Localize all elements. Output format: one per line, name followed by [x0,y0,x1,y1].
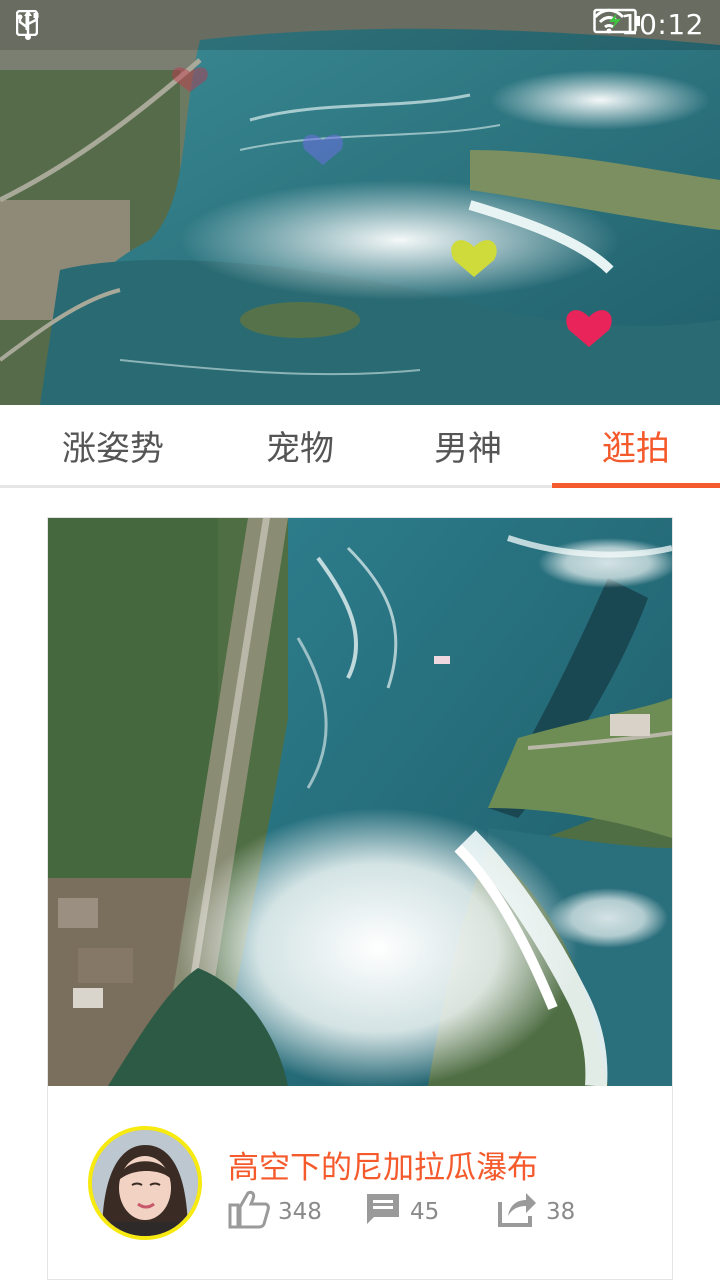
tab-street-snap[interactable]: 逛拍 [552,405,720,488]
category-tabs: 涨姿势 宠物 男神 逛拍 [0,405,720,488]
hero-image [0,0,720,405]
tab-handsome-men[interactable]: 男神 [383,405,553,485]
app-screen: 10:12 涨姿势 宠物 男神 逛拍 高空下的尼加拉瓜瀑布 348 45 38 [0,0,720,1280]
share-icon [496,1190,538,1234]
comment-button[interactable]: 45 [364,1190,439,1234]
thumbs-up-icon [228,1189,270,1235]
tab-label: 宠物 [266,428,334,469]
post-card[interactable]: 高空下的尼加拉瓜瀑布 348 45 38 [47,517,673,1280]
status-bar: 10:12 [0,0,720,50]
tab-label: 涨姿势 [62,428,164,469]
post-image-graphic [48,518,672,1086]
post-title[interactable]: 高空下的尼加拉瓜瀑布 [228,1142,538,1187]
avatar-image [92,1130,198,1236]
hero-banner[interactable]: 10:12 [0,0,720,405]
tab-zhangzishi[interactable]: 涨姿势 [28,405,198,485]
share-button[interactable]: 38 [496,1190,575,1234]
comment-icon [364,1191,402,1233]
active-tab-indicator [552,483,720,488]
author-avatar[interactable] [88,1126,202,1240]
tab-label: 男神 [434,428,502,469]
like-count: 348 [278,1199,322,1225]
post-image[interactable] [48,518,672,1086]
share-count: 38 [546,1199,576,1225]
tab-label: 逛拍 [602,428,670,469]
tab-pets[interactable]: 宠物 [215,405,385,485]
comment-count: 45 [410,1199,440,1225]
like-button[interactable]: 348 [228,1190,322,1234]
